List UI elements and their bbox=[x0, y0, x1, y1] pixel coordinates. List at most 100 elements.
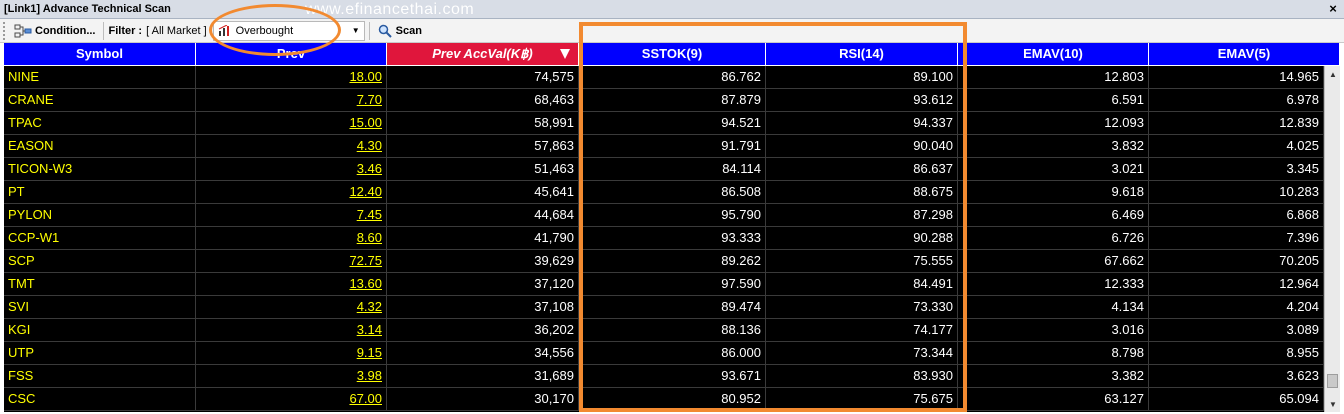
cell-emav10: 8.798 bbox=[958, 342, 1149, 365]
cell-symbol[interactable]: KGI bbox=[4, 319, 196, 342]
cell-prev[interactable]: 3.46 bbox=[196, 158, 387, 181]
cell-symbol[interactable]: TICON-W3 bbox=[4, 158, 196, 181]
cell-emav5: 6.868 bbox=[1149, 204, 1324, 227]
cell-prev-accval: 68,463 bbox=[387, 89, 579, 112]
cell-emav5: 3.089 bbox=[1149, 319, 1324, 342]
scroll-down-icon[interactable]: ▼ bbox=[1325, 396, 1340, 412]
cell-emav5: 6.978 bbox=[1149, 89, 1324, 112]
table-row[interactable]: CRANE 7.70 68,463 87.879 93.612 6.591 6.978 bbox=[4, 89, 1324, 112]
cell-symbol[interactable]: PT bbox=[4, 181, 196, 204]
cell-emav5: 3.623 bbox=[1149, 365, 1324, 388]
table-row[interactable]: PT 12.40 45,641 86.508 88.675 9.618 10.283 bbox=[4, 181, 1324, 204]
cell-symbol[interactable]: TPAC bbox=[4, 112, 196, 135]
table-row[interactable]: EASON 4.30 57,863 91.791 90.040 3.832 4.025 bbox=[4, 135, 1324, 158]
scrollbar-thumb[interactable] bbox=[1327, 374, 1338, 388]
cell-prev[interactable]: 8.60 bbox=[196, 227, 387, 250]
cell-sstok: 91.791 bbox=[579, 135, 766, 158]
grid-body: NINE 18.00 74,575 86.762 89.100 12.803 14.965 C… bbox=[4, 66, 1324, 411]
vertical-scrollbar[interactable]: ▲ ▼ bbox=[1324, 66, 1340, 412]
cell-sstok: 89.262 bbox=[579, 250, 766, 273]
cell-rsi: 74.177 bbox=[766, 319, 958, 342]
table-row[interactable]: SVI 4.32 37,108 89.474 73.330 4.134 4.204 bbox=[4, 296, 1324, 319]
cell-symbol[interactable]: NINE bbox=[4, 66, 196, 89]
cell-rsi: 87.298 bbox=[766, 204, 958, 227]
column-header-emav10[interactable]: EMAV(10) bbox=[958, 43, 1149, 66]
cell-prev[interactable]: 18.00 bbox=[196, 66, 387, 89]
table-row[interactable]: CCP-W1 8.60 41,790 93.333 90.288 6.726 7.396 bbox=[4, 227, 1324, 250]
cell-rsi: 84.491 bbox=[766, 273, 958, 296]
cell-rsi: 88.675 bbox=[766, 181, 958, 204]
table-row[interactable]: KGI 3.14 36,202 88.136 74.177 3.016 3.089 bbox=[4, 319, 1324, 342]
cell-symbol[interactable]: CRANE bbox=[4, 89, 196, 112]
scroll-up-icon[interactable]: ▲ bbox=[1325, 66, 1340, 82]
cell-rsi: 94.337 bbox=[766, 112, 958, 135]
toolbar: Condition... Filter : [ All Market ] Ove… bbox=[0, 19, 1344, 43]
cell-prev[interactable]: 12.40 bbox=[196, 181, 387, 204]
scan-type-dropdown[interactable]: Overbought ▼ bbox=[212, 20, 365, 41]
cell-prev[interactable]: 67.00 bbox=[196, 388, 387, 411]
cell-prev-accval: 37,120 bbox=[387, 273, 579, 296]
cell-emav5: 4.025 bbox=[1149, 135, 1324, 158]
close-icon[interactable]: × bbox=[1326, 0, 1340, 18]
table-row[interactable]: CSC 67.00 30,170 80.952 75.675 63.127 65.094 bbox=[4, 388, 1324, 411]
cell-emav10: 3.016 bbox=[958, 319, 1149, 342]
cell-prev-accval: 31,689 bbox=[387, 365, 579, 388]
cell-prev-accval: 51,463 bbox=[387, 158, 579, 181]
column-header-prev[interactable]: Prev bbox=[196, 43, 387, 66]
toolbar-grip[interactable] bbox=[3, 21, 7, 40]
cell-prev[interactable]: 7.45 bbox=[196, 204, 387, 227]
cell-symbol[interactable]: PYLON bbox=[4, 204, 196, 227]
column-header-prev-accval-label: Prev AccVal(K฿) bbox=[432, 46, 533, 61]
cell-prev[interactable]: 7.70 bbox=[196, 89, 387, 112]
cell-symbol[interactable]: UTP bbox=[4, 342, 196, 365]
cell-prev[interactable]: 3.14 bbox=[196, 319, 387, 342]
cell-prev-accval: 34,556 bbox=[387, 342, 579, 365]
cell-prev-accval: 30,170 bbox=[387, 388, 579, 411]
column-header-rsi[interactable]: RSI(14) bbox=[766, 43, 958, 66]
table-row[interactable]: FSS 3.98 31,689 93.671 83.930 3.382 3.623 bbox=[4, 365, 1324, 388]
cell-prev-accval: 37,108 bbox=[387, 296, 579, 319]
cell-prev-accval: 74,575 bbox=[387, 66, 579, 89]
cell-prev-accval: 41,790 bbox=[387, 227, 579, 250]
column-header-symbol[interactable]: Symbol bbox=[4, 43, 196, 66]
table-row[interactable]: UTP 9.15 34,556 86.000 73.344 8.798 8.955 bbox=[4, 342, 1324, 365]
column-header-prev-accval[interactable]: Prev AccVal(K฿) bbox=[387, 43, 579, 66]
table-row[interactable]: SCP 72.75 39,629 89.262 75.555 67.662 70.205 bbox=[4, 250, 1324, 273]
cell-symbol[interactable]: FSS bbox=[4, 365, 196, 388]
cell-prev[interactable]: 4.32 bbox=[196, 296, 387, 319]
table-row[interactable]: TICON-W3 3.46 51,463 84.114 86.637 3.021 3.345 bbox=[4, 158, 1324, 181]
column-header-emav5[interactable]: EMAV(5) bbox=[1149, 43, 1340, 66]
condition-button[interactable]: Condition... bbox=[10, 21, 99, 41]
table-row[interactable]: NINE 18.00 74,575 86.762 89.100 12.803 14.965 bbox=[4, 66, 1324, 89]
table-row[interactable]: TMT 13.60 37,120 97.590 84.491 12.333 12.964 bbox=[4, 273, 1324, 296]
cell-sstok: 93.671 bbox=[579, 365, 766, 388]
cell-prev-accval: 58,991 bbox=[387, 112, 579, 135]
cell-symbol[interactable]: SCP bbox=[4, 250, 196, 273]
cell-prev[interactable]: 9.15 bbox=[196, 342, 387, 365]
overbought-icon bbox=[218, 24, 229, 36]
filter-value[interactable]: [ All Market ] bbox=[146, 25, 207, 37]
cell-emav5: 70.205 bbox=[1149, 250, 1324, 273]
cell-sstok: 84.114 bbox=[579, 158, 766, 181]
cell-symbol[interactable]: EASON bbox=[4, 135, 196, 158]
scan-button[interactable]: Scan bbox=[374, 21, 426, 41]
cell-symbol[interactable]: CSC bbox=[4, 388, 196, 411]
table-row[interactable]: TPAC 15.00 58,991 94.521 94.337 12.093 12.839 bbox=[4, 112, 1324, 135]
cell-symbol[interactable]: TMT bbox=[4, 273, 196, 296]
cell-rsi: 75.675 bbox=[766, 388, 958, 411]
cell-prev[interactable]: 72.75 bbox=[196, 250, 387, 273]
cell-prev[interactable]: 3.98 bbox=[196, 365, 387, 388]
cell-rsi: 86.637 bbox=[766, 158, 958, 181]
cell-prev[interactable]: 4.30 bbox=[196, 135, 387, 158]
cell-prev[interactable]: 15.00 bbox=[196, 112, 387, 135]
column-header-sstok[interactable]: SSTOK(9) bbox=[579, 43, 766, 66]
table-row[interactable]: PYLON 7.45 44,684 95.790 87.298 6.469 6.868 bbox=[4, 204, 1324, 227]
chevron-down-icon: ▼ bbox=[351, 26, 360, 35]
condition-flow-icon bbox=[14, 24, 32, 37]
cell-prev[interactable]: 13.60 bbox=[196, 273, 387, 296]
cell-symbol[interactable]: CCP-W1 bbox=[4, 227, 196, 250]
cell-emav5: 4.204 bbox=[1149, 296, 1324, 319]
cell-sstok: 94.521 bbox=[579, 112, 766, 135]
cell-sstok: 89.474 bbox=[579, 296, 766, 319]
cell-symbol[interactable]: SVI bbox=[4, 296, 196, 319]
